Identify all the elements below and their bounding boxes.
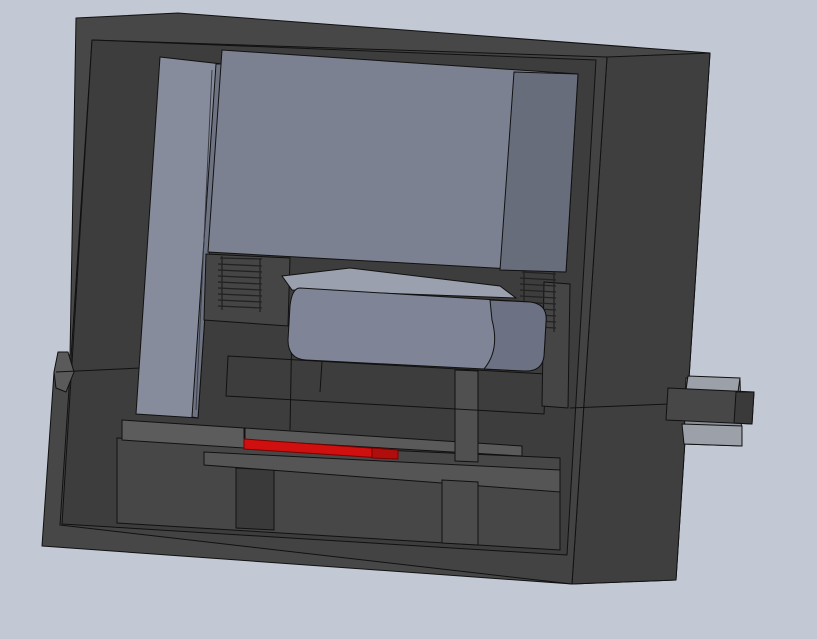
frame-box-right — [541, 281, 571, 409]
main-block-side — [499, 71, 579, 273]
connector-flange-face — [733, 391, 755, 425]
cad-viewport[interactable] — [0, 0, 817, 639]
connector-cap-bottom — [681, 423, 743, 447]
main-block — [207, 49, 579, 273]
cad-model-svg — [0, 0, 817, 639]
center-post-upper — [454, 369, 479, 463]
center-post-lower — [441, 479, 479, 546]
platform-left-block — [235, 467, 275, 531]
red-strip-end — [371, 447, 399, 460]
